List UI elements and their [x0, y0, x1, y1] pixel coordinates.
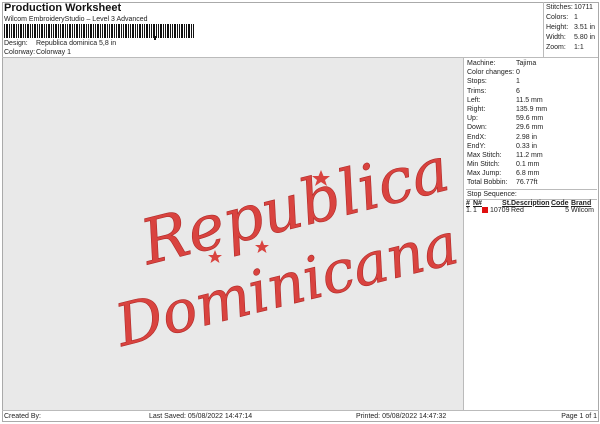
info-row: Machine: Tajima: [467, 60, 537, 67]
last-saved: Last Saved: 05/08/2022 14:47:14: [149, 413, 253, 420]
stat-row: Zoom: 1:1: [546, 44, 584, 51]
stop-sequence-table: # N# St. Description Code Brand 1. 1 10709 Red 5 W…: [466, 198, 597, 214]
software-subtitle: Wilcom EmbroideryStudio – Level 3 Advanc…: [4, 16, 148, 23]
stop-sequence-label: Stop Sequence:: [466, 188, 597, 199]
info-row: EndX: 2.98 in: [467, 133, 538, 141]
stat-row: Colors: 1: [546, 14, 578, 21]
barcode-separator: [154, 36, 156, 40]
brand-cell: Wilcom: [571, 206, 594, 214]
info-row: Min Stitch: 0.1 mm: [467, 161, 540, 169]
info-row: Up: 59.6 mm: [467, 115, 544, 123]
info-row: Left: 11.5 mm: [467, 96, 543, 104]
design-row: Design: Republica dominica 5,8 in: [4, 40, 117, 47]
info-row: Down: 29.6 mm: [467, 124, 544, 132]
info-row: Total Bobbin: 76.77ft: [467, 179, 538, 187]
brand-column-header: Brand: [571, 199, 592, 207]
stat-row: Width: 5.80 in: [546, 34, 596, 41]
info-row: Right: 135.9 mm: [467, 105, 548, 113]
design-name: Republica dominica 5,8 in: [36, 40, 117, 47]
info-row: Max Stitch: 11.2 mm: [467, 151, 543, 159]
table-header: # N# St. Description Code Brand: [466, 199, 597, 207]
colorway-row: Colorway:Colorway 1: [4, 49, 72, 56]
machine-info-panel: Machine: Tajima Color changes: 0 Stops: 1 T…: [465, 58, 598, 410]
colorway-name: Colorway 1: [36, 49, 72, 56]
design-preview: Republica Dominicana: [3, 58, 466, 410]
embroidery-design: Republica Dominicana: [108, 132, 466, 360]
color-swatch: [482, 206, 488, 213]
stat-row: Stitches:10711: [546, 4, 593, 11]
page-title: Production Worksheet: [4, 2, 122, 14]
info-row: Color changes: 0: [467, 69, 520, 77]
stats-box: Stitches:10711 Colors: 1 Height: 3.51 in W…: [543, 2, 599, 57]
info-row: Max Jump: 6.8 mm: [467, 170, 540, 178]
barcode: [4, 24, 194, 38]
created-by: Created By:: [4, 413, 41, 420]
table-row: 1. 1 10709 Red 5 Wilcom: [466, 207, 597, 214]
info-row: EndY: 0.33 in: [467, 142, 538, 150]
footer: Created By: Last Saved: 05/08/2022 14:47…: [2, 410, 599, 422]
printed-date: Printed: 05/08/2022 14:47:32: [356, 413, 447, 420]
info-row: Trims: 6: [467, 87, 520, 95]
page-number: Page 1 of 1: [561, 413, 597, 420]
info-row: Stops: 1: [467, 78, 520, 86]
stat-row: Height: 3.51 in: [546, 24, 596, 31]
